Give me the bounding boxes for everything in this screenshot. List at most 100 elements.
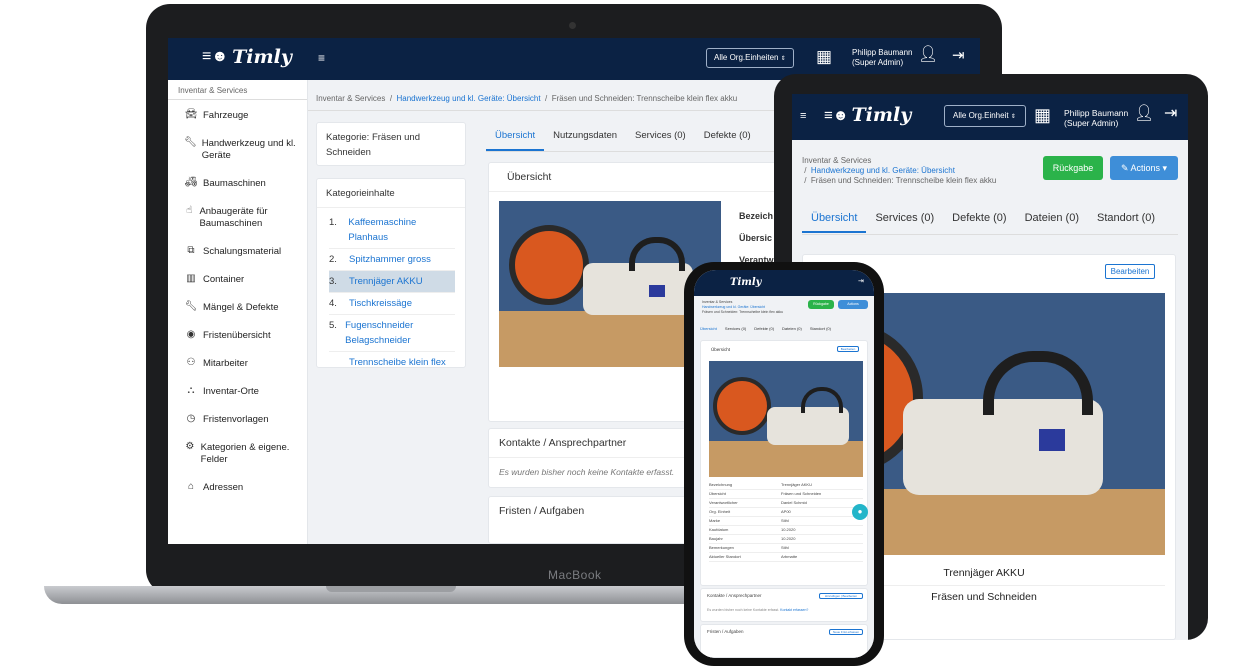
field-row: Aktueller Standort Arbmatte: [709, 553, 863, 562]
logout-icon[interactable]: ⇥: [858, 278, 864, 285]
user-info[interactable]: Philipp Baumann (Super Admin): [1064, 108, 1128, 128]
tab[interactable]: Dateien (0): [782, 326, 802, 331]
tab[interactable]: Übersicht: [486, 130, 545, 151]
sidebar-item[interactable]: 🔧︎ Handwerkzeug und kl. Geräte: [168, 138, 307, 162]
logo-text[interactable]: Timly: [730, 277, 761, 288]
logout-icon[interactable]: ⇥: [952, 48, 965, 63]
product-photo[interactable]: [709, 361, 863, 477]
category-item-link[interactable]: Trennjäger AKKU: [349, 274, 423, 289]
org-unit-select-label: Alle Org.Einheiten: [714, 53, 779, 62]
wrench-icon: 🔧︎: [184, 137, 197, 148]
logout-icon[interactable]: ⇥: [1164, 106, 1177, 122]
field-label: Bemerkungen: [709, 545, 734, 550]
tab[interactable]: Defekte (0): [754, 326, 774, 331]
category-item-link[interactable]: Spitzhammer gross: [349, 252, 431, 267]
hamburger-menu-icon[interactable]: ≡: [318, 52, 325, 64]
sidebar-item[interactable]: 🚜︎ Baumaschinen: [168, 178, 307, 190]
sidebar-item-label: Fristenvorlagen: [203, 414, 269, 425]
sidebar-item[interactable]: ◉ Fristenübersicht: [168, 330, 307, 342]
sidebar-item[interactable]: ⚙︎ Kategorien & eigene. Felder: [168, 442, 307, 466]
logo[interactable]: ≡☻ Timly: [202, 46, 292, 68]
sidebar-item-label: Fahrzeuge: [203, 110, 249, 121]
tab[interactable]: Defekte (0): [695, 130, 760, 151]
contacts-add-button[interactable]: Hinzufügen | Bearbeiten: [819, 593, 863, 599]
user-avatar-icon[interactable]: 👤︎: [918, 47, 938, 63]
qr-code-icon[interactable]: ▦: [816, 48, 832, 65]
sidebar-item-label: Handwerkzeug und kl. Geräte: [201, 138, 296, 161]
hamburger-menu-icon[interactable]: ≡: [800, 111, 806, 122]
edit-button[interactable]: Bearbeiten: [837, 346, 859, 352]
field-row: Kaufdatum 10.2020: [709, 526, 863, 535]
sidebar-item[interactable]: 🔧︎ Mängel & Defekte: [168, 302, 307, 314]
saw-label: [1039, 429, 1065, 451]
category-title: Kategorie: Fräsen und Schneiden: [326, 132, 421, 158]
breadcrumb-root[interactable]: Inventar & Services: [802, 156, 996, 166]
tab[interactable]: Standort (0): [810, 326, 831, 331]
category-list-item[interactable]: 4. Tischkreissäge: [329, 293, 455, 315]
category-list-item[interactable]: Trennscheibe klein flex: [329, 352, 455, 367]
actions-button[interactable]: Actions: [838, 300, 868, 309]
sidebar-item[interactable]: ▥ Container: [168, 274, 307, 286]
tab[interactable]: Übersicht: [802, 212, 867, 233]
return-button[interactable]: Rückgabe: [1043, 156, 1103, 180]
category-item-link[interactable]: Tischkreissäge: [349, 296, 412, 311]
field-label: Marke: [709, 518, 721, 523]
category-item-link[interactable]: Kaffeemaschine Planhaus: [348, 215, 455, 245]
tab[interactable]: Defekte (0): [943, 212, 1015, 233]
actions-button[interactable]: ✎ Actions ▾: [1110, 156, 1178, 180]
tab[interactable]: Übersicht: [700, 326, 717, 331]
category-item-link[interactable]: Fugenschneider Belagschneider: [345, 318, 455, 348]
tablet-tabs: Übersicht Services (0) Defekte (0) Dateien …: [802, 212, 1164, 233]
phone-contacts-card: Kontakte / Ansprechpartner Hinzufügen | …: [700, 588, 868, 622]
breadcrumb-category[interactable]: Handwerkzeug und kl. Geräte: Übersicht: [397, 94, 541, 103]
sidebar-item[interactable]: 🚘︎ Fahrzeuge: [168, 110, 307, 122]
org-unit-select[interactable]: Alle Org.Einheit ⇕: [944, 105, 1026, 127]
sidebar-item[interactable]: ⌂ Adressen: [168, 482, 307, 494]
gear-icon: ⚙︎: [185, 441, 195, 452]
sidebar-item[interactable]: ⧉ Schalungsmaterial: [168, 246, 307, 258]
phone-navbar: Timly ⇥: [694, 270, 874, 296]
user-info[interactable]: Philipp Baumann (Super Admin): [852, 48, 912, 68]
edit-button[interactable]: Bearbeiten: [1105, 264, 1155, 279]
saw-label: [649, 285, 665, 297]
category-list-item[interactable]: 1. Kaffeemaschine Planhaus: [329, 212, 455, 249]
sidebar-item-label: Anbaugeräte für Baumaschinen: [199, 206, 268, 229]
tab[interactable]: Services (0): [626, 130, 695, 151]
category-item-link[interactable]: Trennscheibe klein flex: [349, 355, 446, 367]
field-value: Arbmatte: [781, 554, 798, 559]
logo-text: Timly: [851, 104, 912, 126]
user-role: (Super Admin): [1064, 118, 1119, 128]
qr-code-icon[interactable]: ▦: [1034, 106, 1051, 124]
chat-bubble-icon[interactable]: ●: [852, 504, 868, 520]
tab[interactable]: Nutzungsdaten: [544, 130, 626, 151]
sidebar-item[interactable]: ⚇ Mitarbeiter: [168, 358, 307, 370]
sidebar-item[interactable]: ☝︎ Anbaugeräte für Baumaschinen: [168, 206, 307, 230]
sidebar-item-label: Fristenübersicht: [203, 330, 271, 341]
list-number: 1.: [329, 217, 337, 228]
tab[interactable]: Services (0): [725, 326, 746, 331]
contacts-link[interactable]: Kontakt erfassen?: [780, 608, 808, 612]
field-value: 10.2020: [781, 527, 796, 532]
actions-label: Actions: [1130, 163, 1161, 173]
sidebar-item[interactable]: ⛬ Inventar-Orte: [168, 386, 307, 398]
tab[interactable]: Standort (0): [1088, 212, 1164, 233]
user-avatar-icon[interactable]: 👤︎: [1134, 106, 1154, 122]
tab[interactable]: Dateien (0): [1016, 212, 1088, 233]
category-list-item[interactable]: 5. Fugenschneider Belagschneider: [329, 315, 455, 352]
field-value: Stihl: [781, 545, 789, 550]
category-list-item[interactable]: 2. Spitzhammer gross: [329, 249, 455, 271]
sidebar-item[interactable]: ◷ Fristenvorlagen: [168, 414, 307, 426]
tab[interactable]: Services (0): [866, 212, 943, 233]
return-button[interactable]: Rückgabe: [808, 300, 834, 309]
breadcrumb-category[interactable]: Handwerkzeug und kl. Geräte: Übersicht: [811, 166, 955, 175]
category-list-item[interactable]: 3. Trennjäger AKKU: [329, 271, 455, 293]
runner-logo-icon: ≡☻: [824, 106, 849, 124]
org-unit-select[interactable]: Alle Org.Einheiten ⇕: [706, 48, 794, 68]
phone-overview-card: Übersicht Bearbeiten Bezeichnung Trennjäg…: [700, 340, 868, 586]
logo[interactable]: ≡☻ Timly: [824, 104, 911, 126]
breadcrumb-root[interactable]: Inventar & Services: [316, 94, 385, 103]
deadline-add-button[interactable]: Neue Frist erfassen: [829, 629, 863, 635]
sidebar-item-label: Inventar-Orte: [203, 386, 259, 397]
field-value: Stihl: [781, 518, 789, 523]
breadcrumb-current: Fräsen und Schneiden: Trennscheibe klein…: [702, 310, 784, 314]
